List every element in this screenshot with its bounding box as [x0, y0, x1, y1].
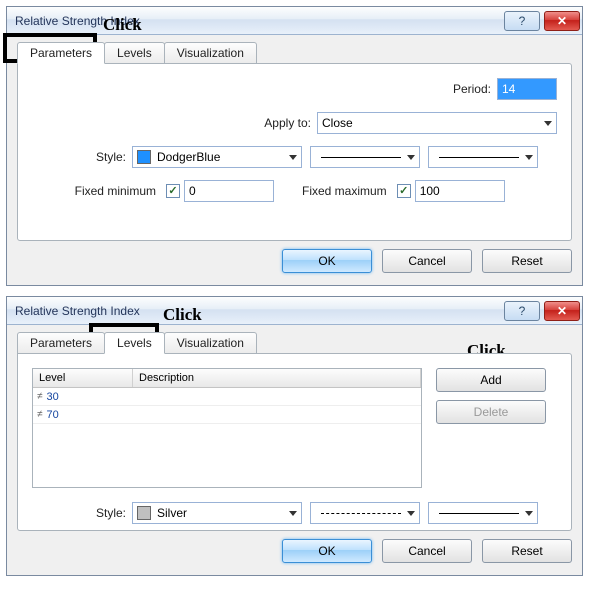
button-row: OK Cancel Reset	[17, 249, 572, 273]
style-width-select[interactable]	[428, 146, 538, 168]
reset-button[interactable]: Reset	[482, 249, 572, 273]
levels-table[interactable]: Level Description ≠ 30 ≠ 70	[32, 368, 422, 488]
ok-button[interactable]: OK	[282, 539, 372, 563]
table-row[interactable]: ≠ 30	[33, 388, 421, 406]
line-preview	[439, 513, 519, 514]
style-color-name: DodgerBlue	[157, 150, 220, 164]
close-button[interactable]: ✕	[544, 301, 580, 321]
period-label: Period:	[453, 82, 497, 96]
fixed-min-input[interactable]	[184, 180, 274, 202]
style-width-select[interactable]	[428, 502, 538, 524]
tab-parameters[interactable]: Parameters	[17, 332, 105, 353]
style-line-select[interactable]	[310, 146, 420, 168]
tab-visualization[interactable]: Visualization	[164, 332, 257, 353]
ok-button[interactable]: OK	[282, 249, 372, 273]
window-title: Relative Strength Index	[15, 14, 502, 28]
apply-to-label: Apply to:	[264, 116, 317, 130]
fixed-max-checkbox[interactable]	[397, 184, 411, 198]
style-color-name: Silver	[157, 506, 187, 520]
close-button[interactable]: ✕	[544, 11, 580, 31]
help-button[interactable]: ?	[504, 11, 540, 31]
parameters-panel: Period: Apply to: Close Style: DodgerBlu…	[17, 63, 572, 241]
color-swatch	[137, 150, 151, 164]
style-label: Style:	[32, 150, 132, 164]
tab-levels[interactable]: Levels	[104, 42, 165, 63]
color-swatch	[137, 506, 151, 520]
col-level[interactable]: Level	[33, 369, 133, 387]
tab-visualization[interactable]: Visualization	[164, 42, 257, 63]
cancel-button[interactable]: Cancel	[382, 539, 472, 563]
chevron-down-icon	[407, 155, 415, 160]
style-color-select[interactable]: DodgerBlue	[132, 146, 302, 168]
rsi-dialog-parameters: Relative Strength Index ? ✕ Parameters L…	[6, 6, 583, 286]
reset-button[interactable]: Reset	[482, 539, 572, 563]
help-button[interactable]: ?	[504, 301, 540, 321]
chevron-down-icon	[525, 155, 533, 160]
titlebar[interactable]: Relative Strength Index ? ✕	[7, 297, 582, 325]
rsi-dialog-levels: Relative Strength Index ? ✕ Parameters L…	[6, 296, 583, 576]
tabstrip: Parameters Levels Visualization	[17, 329, 572, 353]
delete-button[interactable]: Delete	[436, 400, 546, 424]
chevron-down-icon	[544, 121, 552, 126]
level-value: 70	[47, 409, 59, 421]
line-preview	[439, 157, 519, 158]
line-preview	[321, 513, 401, 514]
level-icon: ≠	[37, 392, 43, 402]
apply-to-value: Close	[322, 116, 353, 130]
chevron-down-icon	[525, 511, 533, 516]
cancel-button[interactable]: Cancel	[382, 249, 472, 273]
col-description[interactable]: Description	[133, 369, 421, 387]
period-input[interactable]	[497, 78, 557, 100]
style-label: Style:	[32, 506, 132, 520]
levels-panel: Level Description ≠ 30 ≠ 70 Add Delete	[17, 353, 572, 531]
table-header: Level Description	[33, 369, 421, 388]
style-color-select[interactable]: Silver	[132, 502, 302, 524]
chevron-down-icon	[289, 155, 297, 160]
apply-to-select[interactable]: Close	[317, 112, 557, 134]
tab-parameters[interactable]: Parameters	[17, 42, 105, 64]
fixed-min-label: Fixed minimum	[32, 184, 162, 198]
fixed-max-input[interactable]	[415, 180, 505, 202]
add-button[interactable]: Add	[436, 368, 546, 392]
chevron-down-icon	[407, 511, 415, 516]
button-row: OK Cancel Reset	[17, 539, 572, 563]
fixed-min-checkbox[interactable]	[166, 184, 180, 198]
window-title: Relative Strength Index	[15, 304, 502, 318]
line-preview	[321, 157, 401, 158]
level-icon: ≠	[37, 410, 43, 420]
fixed-max-label: Fixed maximum	[302, 184, 393, 198]
titlebar[interactable]: Relative Strength Index ? ✕	[7, 7, 582, 35]
tabstrip: Parameters Levels Visualization	[17, 39, 572, 63]
level-value: 30	[47, 391, 59, 403]
chevron-down-icon	[289, 511, 297, 516]
tab-levels[interactable]: Levels	[104, 332, 165, 354]
style-line-select[interactable]	[310, 502, 420, 524]
table-row[interactable]: ≠ 70	[33, 406, 421, 424]
